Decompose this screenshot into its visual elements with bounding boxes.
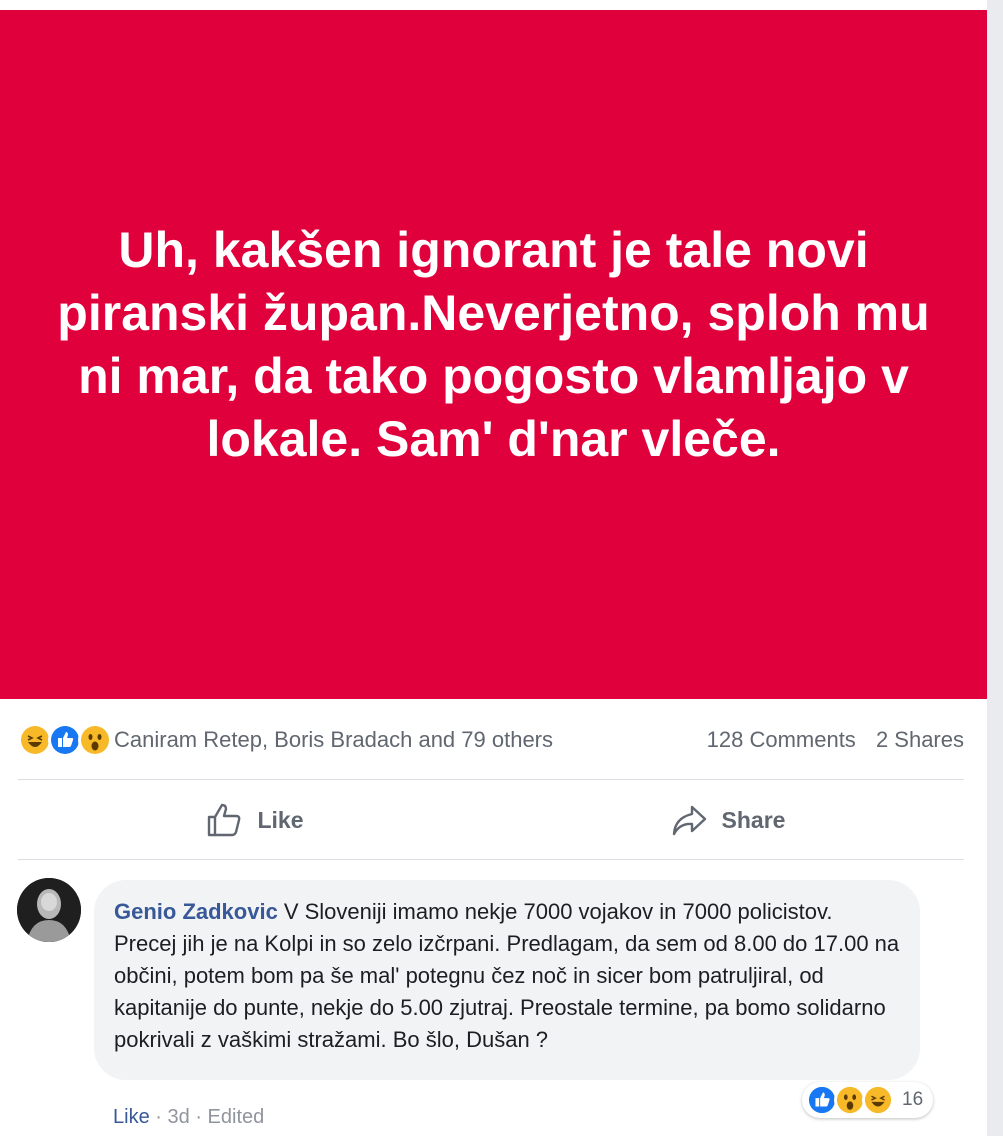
share-button[interactable]: Share	[491, 801, 964, 839]
avatar[interactable]	[17, 878, 81, 942]
reactors-text[interactable]: Caniram Retep, Boris Bradach and 79 othe…	[114, 727, 553, 753]
comment-meta: Like · 3d · Edited	[113, 1106, 264, 1129]
comment-like-link[interactable]: Like	[113, 1106, 150, 1128]
top-strip	[0, 0, 987, 10]
post-text: Uh, kakšen ignorant je tale novi piransk…	[57, 221, 930, 467]
reactions-summary[interactable]: Caniram Retep, Boris Bradach and 79 othe…	[18, 723, 553, 757]
engagement-counts: 128 Comments 2 Shares	[693, 727, 964, 753]
like-button[interactable]: Like	[18, 801, 491, 839]
post-card: Uh, kakšen ignorant je tale novi piransk…	[0, 0, 987, 1136]
shares-count-link[interactable]: 2 Shares	[876, 727, 964, 752]
action-bar: Like Share	[18, 790, 964, 850]
wow-icon	[78, 723, 112, 757]
share-arrow-icon	[672, 805, 706, 836]
like-icon	[48, 723, 82, 757]
comment-bubble: Genio Zadkovic V Sloveniji imamo nekje 70…	[94, 880, 920, 1080]
avatar-image	[17, 878, 81, 942]
comment-author[interactable]: Genio Zadkovic	[114, 899, 278, 924]
comments-count-link[interactable]: 128 Comments	[707, 727, 856, 752]
scrollbar-gutter[interactable]	[987, 0, 1003, 1136]
haha-icon	[862, 1084, 894, 1116]
separator: ·	[155, 1106, 162, 1128]
edited-label[interactable]: Edited	[208, 1106, 265, 1128]
thumbs-up-icon	[208, 803, 241, 837]
post-background-banner: Uh, kakšen ignorant je tale novi piransk…	[0, 10, 987, 699]
comment-time[interactable]: 3d	[168, 1106, 190, 1128]
share-label: Share	[721, 806, 786, 833]
separator: ·	[195, 1106, 202, 1128]
comment-reactions[interactable]: 16	[802, 1082, 934, 1118]
divider	[18, 859, 964, 860]
like-label: Like	[257, 806, 304, 833]
haha-icon	[18, 723, 52, 757]
comment-reaction-count: 16	[902, 1089, 924, 1110]
reaction-icons[interactable]	[18, 723, 112, 757]
reactions-bar: Caniram Retep, Boris Bradach and 79 othe…	[18, 720, 964, 760]
divider	[18, 779, 964, 780]
